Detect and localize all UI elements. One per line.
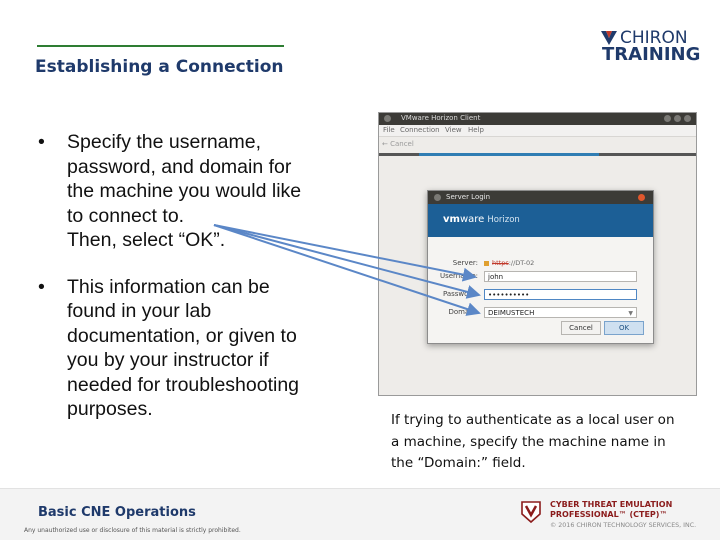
server-label: Server:	[452, 259, 478, 267]
slide-title: Establishing a Connection	[35, 57, 284, 77]
close-icon[interactable]	[684, 115, 691, 122]
caption-line: a machine, specify the machine name in	[391, 433, 666, 450]
window-title: VMware Horizon Client	[401, 114, 481, 122]
bullet-line: Then, select “OK”.	[67, 229, 226, 251]
bullet-icon: •	[38, 275, 45, 298]
menu-help[interactable]: Help	[468, 126, 484, 134]
username-label: Username:	[439, 272, 478, 280]
brand-vm: vm	[443, 214, 460, 225]
logo-training-text: TRAINING	[602, 44, 701, 65]
horizon-client-screenshot: VMware Horizon Client File Connection Vi…	[378, 112, 697, 396]
password-label: Password:	[442, 290, 478, 298]
server-value: https://DT-02	[484, 259, 534, 267]
bullet-line: Specify the username,	[67, 131, 262, 153]
dialog-ok-button[interactable]: OK	[604, 321, 644, 335]
bullet-item: • Specify the username, password, and do…	[38, 130, 348, 253]
server-login-dialog: Server Login vmware Horizon Server: https…	[427, 190, 654, 344]
footer-course-line1: CYBER THREAT EMULATION	[550, 500, 673, 509]
bullet-line: you by your instructor if	[67, 349, 269, 371]
domain-value: DEIMUSTECH	[488, 309, 535, 317]
bullet-line: found in your lab	[67, 300, 212, 322]
username-field[interactable]: john	[484, 271, 637, 282]
toolbar: ← Cancel	[379, 137, 696, 153]
footer-copyright: © 2016 CHIRON TECHNOLOGY SERVICES, INC.	[550, 522, 697, 529]
maximize-icon[interactable]	[674, 115, 681, 122]
dialog-titlebar: Server Login	[428, 191, 653, 204]
bullet-line: the machine you would like	[67, 180, 302, 202]
bullet-item: • This information can be found in your …	[38, 275, 348, 422]
menu-file[interactable]: File	[383, 126, 395, 134]
domain-dropdown[interactable]: DEIMUSTECH ▼	[484, 307, 637, 318]
chiron-training-logo: CHIRON TRAINING	[600, 28, 700, 68]
vmware-horizon-logo: vmware Horizon	[443, 214, 520, 225]
menu-connection[interactable]: Connection	[400, 126, 440, 134]
header-stripe-accent	[419, 153, 599, 156]
chevron-down-icon: ▼	[628, 310, 633, 317]
footer-course-line2: PROFESSIONAL™ (CTEP)™	[550, 510, 668, 519]
footer-disclaimer: Any unauthorized use or disclosure of th…	[24, 527, 241, 534]
bullet-line: purposes.	[67, 398, 153, 420]
dialog-menu-icon	[434, 194, 441, 201]
bullet-list: • Specify the username, password, and do…	[38, 130, 348, 444]
brand-product: Horizon	[487, 215, 520, 225]
bullet-line: needed for troubleshooting	[67, 373, 300, 396]
dialog-title: Server Login	[446, 193, 491, 201]
password-field[interactable]: ••••••••••	[484, 289, 637, 300]
menu-view[interactable]: View	[445, 126, 462, 134]
bullet-line: password, and domain for	[67, 155, 292, 178]
minimize-icon[interactable]	[664, 115, 671, 122]
caption-line: If trying to authenticate as a local use…	[391, 412, 675, 428]
toolbar-cancel-button[interactable]: ← Cancel	[382, 140, 414, 148]
window-menu-icon	[384, 115, 391, 122]
window-titlebar: VMware Horizon Client	[379, 113, 696, 125]
title-underline	[37, 45, 284, 47]
server-scheme: https	[492, 259, 509, 267]
ctep-badge-icon	[521, 501, 541, 524]
bullet-icon: •	[38, 131, 45, 153]
menu-bar: File Connection View Help	[379, 125, 696, 137]
caption-text: If trying to authenticate as a local use…	[391, 410, 711, 475]
bullet-line: to connect to.	[67, 204, 185, 227]
server-host: ://DT-02	[508, 259, 535, 267]
bullet-line: This information can be	[67, 275, 270, 298]
bullet-line: documentation, or given to	[67, 324, 297, 347]
dialog-close-icon[interactable]	[638, 194, 645, 201]
lock-icon	[484, 260, 489, 266]
caption-line: the “Domain:” field.	[391, 455, 526, 471]
footer-title: Basic CNE Operations	[38, 505, 196, 520]
brand-ware: ware	[459, 214, 485, 225]
footer-divider	[0, 488, 720, 489]
domain-label: Domain:	[448, 308, 478, 316]
dialog-cancel-button[interactable]: Cancel	[561, 321, 601, 335]
vmware-horizon-banner: vmware Horizon	[428, 204, 653, 237]
